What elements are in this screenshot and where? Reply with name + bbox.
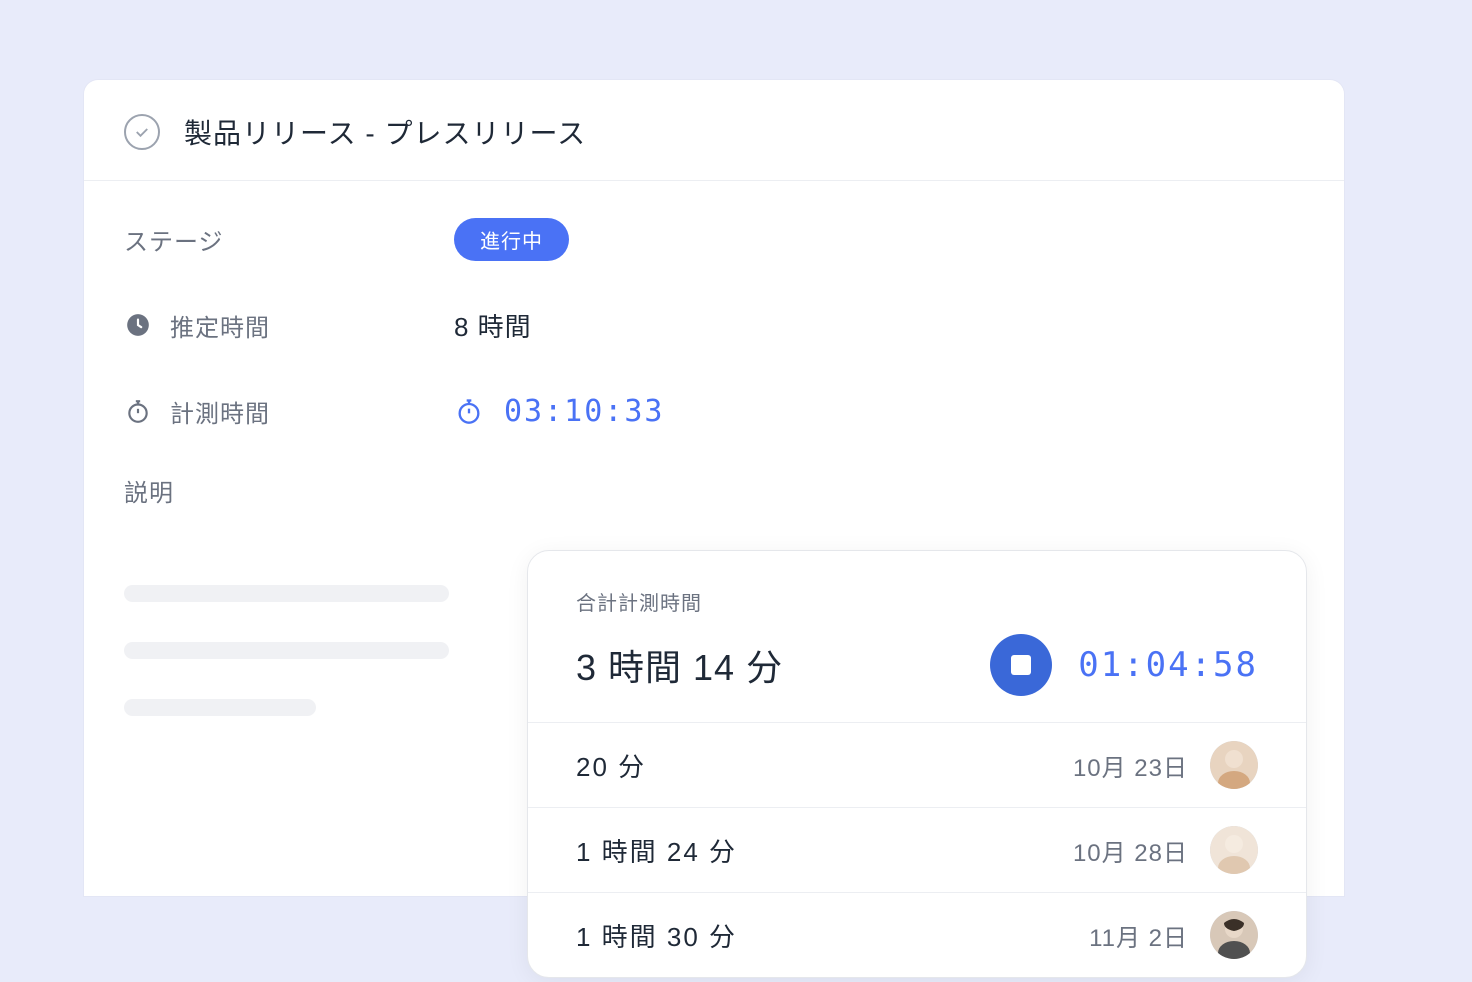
- entry-duration: 1 時間 24 分: [576, 832, 737, 869]
- placeholder-line: [124, 642, 449, 659]
- stage-label-col: ステージ: [124, 222, 454, 257]
- running-timer: 01:04:58: [1078, 645, 1258, 685]
- entry-date: 10月 23日: [1073, 748, 1188, 783]
- total-tracked-value: 3 時間 14 分: [576, 639, 783, 691]
- task-title: 製品リリース - プレスリリース: [184, 112, 586, 152]
- clock-icon: [124, 311, 152, 339]
- tracked-label-col: 計測時間: [124, 394, 454, 429]
- stage-row: ステージ 進行中: [124, 215, 1304, 263]
- time-entry[interactable]: 1 時間 30 分 11月 2日: [528, 893, 1306, 977]
- description-row: 説明: [124, 473, 1304, 521]
- placeholder-line: [124, 585, 449, 602]
- stop-timer-button[interactable]: [990, 634, 1052, 696]
- estimated-value: 8 時間: [454, 307, 532, 344]
- stage-label: ステージ: [124, 222, 224, 257]
- entry-duration: 20 分: [576, 747, 646, 784]
- stage-badge[interactable]: 進行中: [454, 218, 569, 261]
- total-tracked-label: 合計計測時間: [576, 587, 1258, 616]
- entry-date: 11月 2日: [1089, 918, 1188, 953]
- entry-date: 10月 28日: [1073, 833, 1188, 868]
- description-label: 説明: [124, 473, 174, 508]
- time-entry[interactable]: 1 時間 24 分 10月 28日: [528, 808, 1306, 893]
- check-circle-icon[interactable]: [124, 114, 160, 150]
- tracked-label: 計測時間: [170, 394, 270, 429]
- tracked-row: 計測時間 03:10:33: [124, 387, 1304, 435]
- stopwatch-blue-icon: [454, 396, 484, 426]
- estimated-label: 推定時間: [170, 308, 270, 343]
- tracker-header: 合計計測時間 3 時間 14 分 01:04:58: [528, 551, 1306, 722]
- placeholder-line: [124, 699, 316, 716]
- tracked-value-group[interactable]: 03:10:33: [454, 394, 665, 429]
- time-tracker-popover: 合計計測時間 3 時間 14 分 01:04:58 20 分 10月 23日: [527, 550, 1307, 978]
- stop-icon: [1011, 655, 1031, 675]
- estimated-row: 推定時間 8 時間: [124, 301, 1304, 349]
- user-avatar: [1210, 911, 1258, 959]
- entry-duration: 1 時間 30 分: [576, 917, 737, 954]
- estimated-label-col: 推定時間: [124, 308, 454, 343]
- user-avatar: [1210, 741, 1258, 789]
- time-entry[interactable]: 20 分 10月 23日: [528, 723, 1306, 808]
- time-entries-list: 20 分 10月 23日 1 時間 24 分 10月 28日: [528, 722, 1306, 977]
- tracked-time: 03:10:33: [504, 394, 665, 429]
- card-header: 製品リリース - プレスリリース: [84, 80, 1344, 181]
- stopwatch-icon: [124, 397, 152, 425]
- user-avatar: [1210, 826, 1258, 874]
